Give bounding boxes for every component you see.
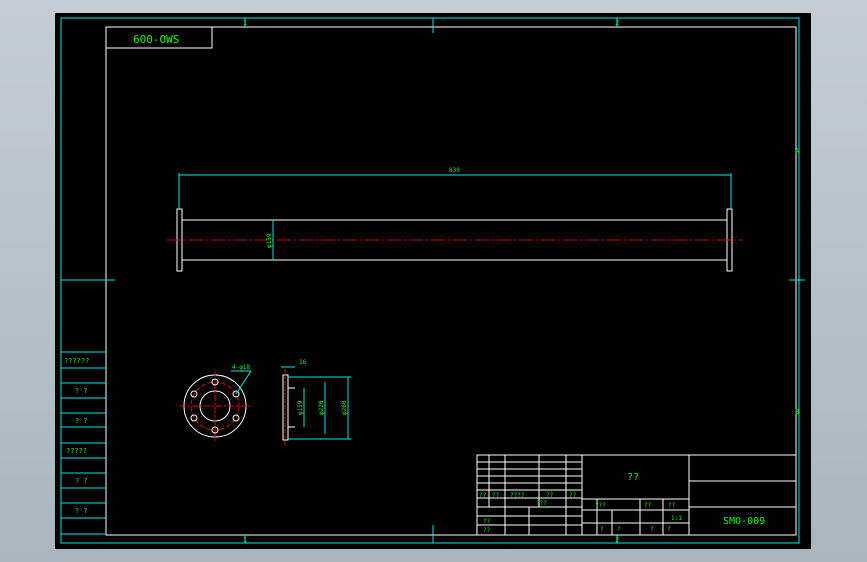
left-strip-label-3: ????? bbox=[66, 447, 87, 455]
dim-holes-text: 4-φ18 bbox=[232, 364, 250, 371]
pipe-front-view: 830 φ159 bbox=[167, 167, 743, 272]
title-left-col2: ??? bbox=[536, 500, 547, 507]
outer-frame bbox=[60, 17, 800, 544]
title-drawing-number: SMO-009 bbox=[723, 516, 765, 527]
left-strip-label-0: ?????? bbox=[64, 357, 89, 365]
dim-side-mid-text: φ220 bbox=[318, 400, 325, 415]
bolt-hole-5 bbox=[190, 414, 198, 422]
zone-label-top-left: 1 bbox=[243, 19, 247, 27]
dim-holes-leader bbox=[235, 370, 252, 395]
title-sheet-2: ? bbox=[650, 526, 654, 533]
inner-frame bbox=[105, 26, 797, 536]
title-scale-header-2: ?? bbox=[668, 502, 676, 509]
dim-thk-text: 16 bbox=[299, 359, 307, 366]
dim-side-inner-text: φ159 bbox=[297, 400, 304, 415]
cad-viewport: 1 2 1 2 A B 600-OWS ?????? ? ? ? ? ?????… bbox=[0, 0, 867, 562]
title-sign-3: ?? bbox=[546, 492, 554, 499]
zone-label-right-bottom: B bbox=[795, 408, 799, 416]
title-scale-header-1: ?? bbox=[644, 502, 652, 509]
dim-side-outer-text: φ260 bbox=[341, 400, 348, 415]
left-strip-label-4: ? ? bbox=[75, 477, 88, 485]
title-sheet-0: ? bbox=[600, 526, 604, 533]
title-sign-1: ?? bbox=[492, 492, 500, 499]
title-left-row1: ?? bbox=[483, 518, 491, 525]
left-strip-label-1: ? ? bbox=[75, 387, 88, 395]
title-scale-value: 1:1 bbox=[671, 515, 682, 522]
bolt-hole-3 bbox=[232, 414, 240, 422]
zone-label-bottom-left: 1 bbox=[243, 536, 247, 544]
title-sign-0: ?? bbox=[479, 492, 487, 499]
dim-length-text: 830 bbox=[449, 167, 460, 174]
title-sheet-3: ? bbox=[667, 526, 671, 533]
stamp-label: 600-OWS bbox=[133, 33, 179, 46]
title-sign-2: ???? bbox=[510, 492, 525, 499]
flange-side-view: 16 φ159 φ220 φ260 bbox=[281, 359, 351, 445]
flange-end-view: 4-φ18 bbox=[180, 364, 252, 441]
drawing-canvas[interactable]: 1 2 1 2 A B 600-OWS ?????? ? ? ? ? ?????… bbox=[55, 13, 811, 549]
title-sheet-1: ? bbox=[617, 526, 621, 533]
drawing-svg: 1 2 1 2 A B 600-OWS ?????? ? ? ? ? ?????… bbox=[60, 17, 805, 544]
left-strip-label-5: ? ? bbox=[75, 507, 88, 515]
title-scale-header-0: ??? bbox=[595, 502, 606, 509]
title-left-row2: ?? bbox=[483, 527, 491, 534]
title-name: ?? bbox=[627, 472, 639, 483]
zone-label-top-right: 2 bbox=[615, 19, 619, 27]
left-strip-label-2: ? ? bbox=[75, 417, 88, 425]
frame-ticks bbox=[61, 18, 805, 543]
title-sign-4: ?? bbox=[569, 492, 577, 499]
dim-pipe-dia-text: φ159 bbox=[266, 233, 273, 248]
zone-label-bottom-right: 2 bbox=[615, 536, 619, 544]
